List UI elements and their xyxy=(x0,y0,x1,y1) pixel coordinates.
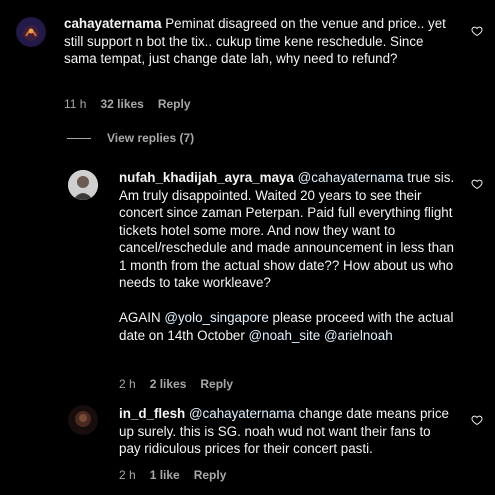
comment-meta: 11 h 32 likes Reply xyxy=(64,97,205,111)
view-replies-label: View replies (7) xyxy=(107,131,195,145)
heart-icon[interactable] xyxy=(471,414,483,426)
mention-link[interactable]: @cahayaternama xyxy=(189,406,295,421)
comment-3: in_d_flesh @cahayaternama change date me… xyxy=(119,405,455,458)
comment-meta: 2 h 2 likes Reply xyxy=(119,377,247,391)
comment-body-2: AGAIN @yolo_singapore please proceed wit… xyxy=(119,309,455,344)
comment-body: in_d_flesh @cahayaternama change date me… xyxy=(119,405,455,458)
comment-meta: 2 h 1 like Reply xyxy=(119,468,240,482)
avatar-photo-icon xyxy=(68,405,98,435)
comment-username[interactable]: in_d_flesh xyxy=(119,406,185,421)
comment-likes[interactable]: 32 likes xyxy=(100,97,143,111)
mention-link[interactable]: @yolo_singapore xyxy=(164,310,268,325)
mention-link[interactable]: @cahayaternama xyxy=(298,170,404,185)
heart-icon[interactable] xyxy=(471,178,483,190)
comment-text: true sis. Am truly disappointed. Waited … xyxy=(119,170,455,290)
comment-username[interactable]: cahayaternama xyxy=(64,16,162,31)
comment-time: 11 h xyxy=(64,97,87,111)
comment-body: cahayaternama Peminat disagreed on the v… xyxy=(64,15,456,68)
reply-button[interactable]: Reply xyxy=(158,97,191,111)
reply-button[interactable]: Reply xyxy=(200,377,233,391)
divider-line xyxy=(67,137,91,139)
comment-username[interactable]: nufah_khadijah_ayra_maya xyxy=(119,170,294,185)
comment-body: nufah_khadijah_ayra_maya @cahayaternama … xyxy=(119,169,455,292)
avatar[interactable] xyxy=(68,405,98,435)
mention-link[interactable]: @arielnoah xyxy=(324,328,393,343)
view-replies-button[interactable]: View replies (7) xyxy=(67,131,194,145)
heart-icon[interactable] xyxy=(471,25,483,37)
avatar-art-icon xyxy=(17,18,45,46)
comment-likes[interactable]: 1 like xyxy=(150,468,180,482)
comment-time: 2 h xyxy=(119,468,136,482)
comment-time: 2 h xyxy=(119,377,136,391)
avatar[interactable] xyxy=(16,17,46,47)
comment-1: cahayaternama Peminat disagreed on the v… xyxy=(64,15,456,68)
reply-button[interactable]: Reply xyxy=(194,468,227,482)
comment-text: AGAIN xyxy=(119,310,165,325)
avatar-photo-icon xyxy=(68,170,98,200)
comment-2: nufah_khadijah_ayra_maya @cahayaternama … xyxy=(119,169,455,344)
avatar[interactable] xyxy=(68,170,98,200)
mention-link[interactable]: @noah_site xyxy=(249,328,321,343)
comment-likes[interactable]: 2 likes xyxy=(150,377,187,391)
